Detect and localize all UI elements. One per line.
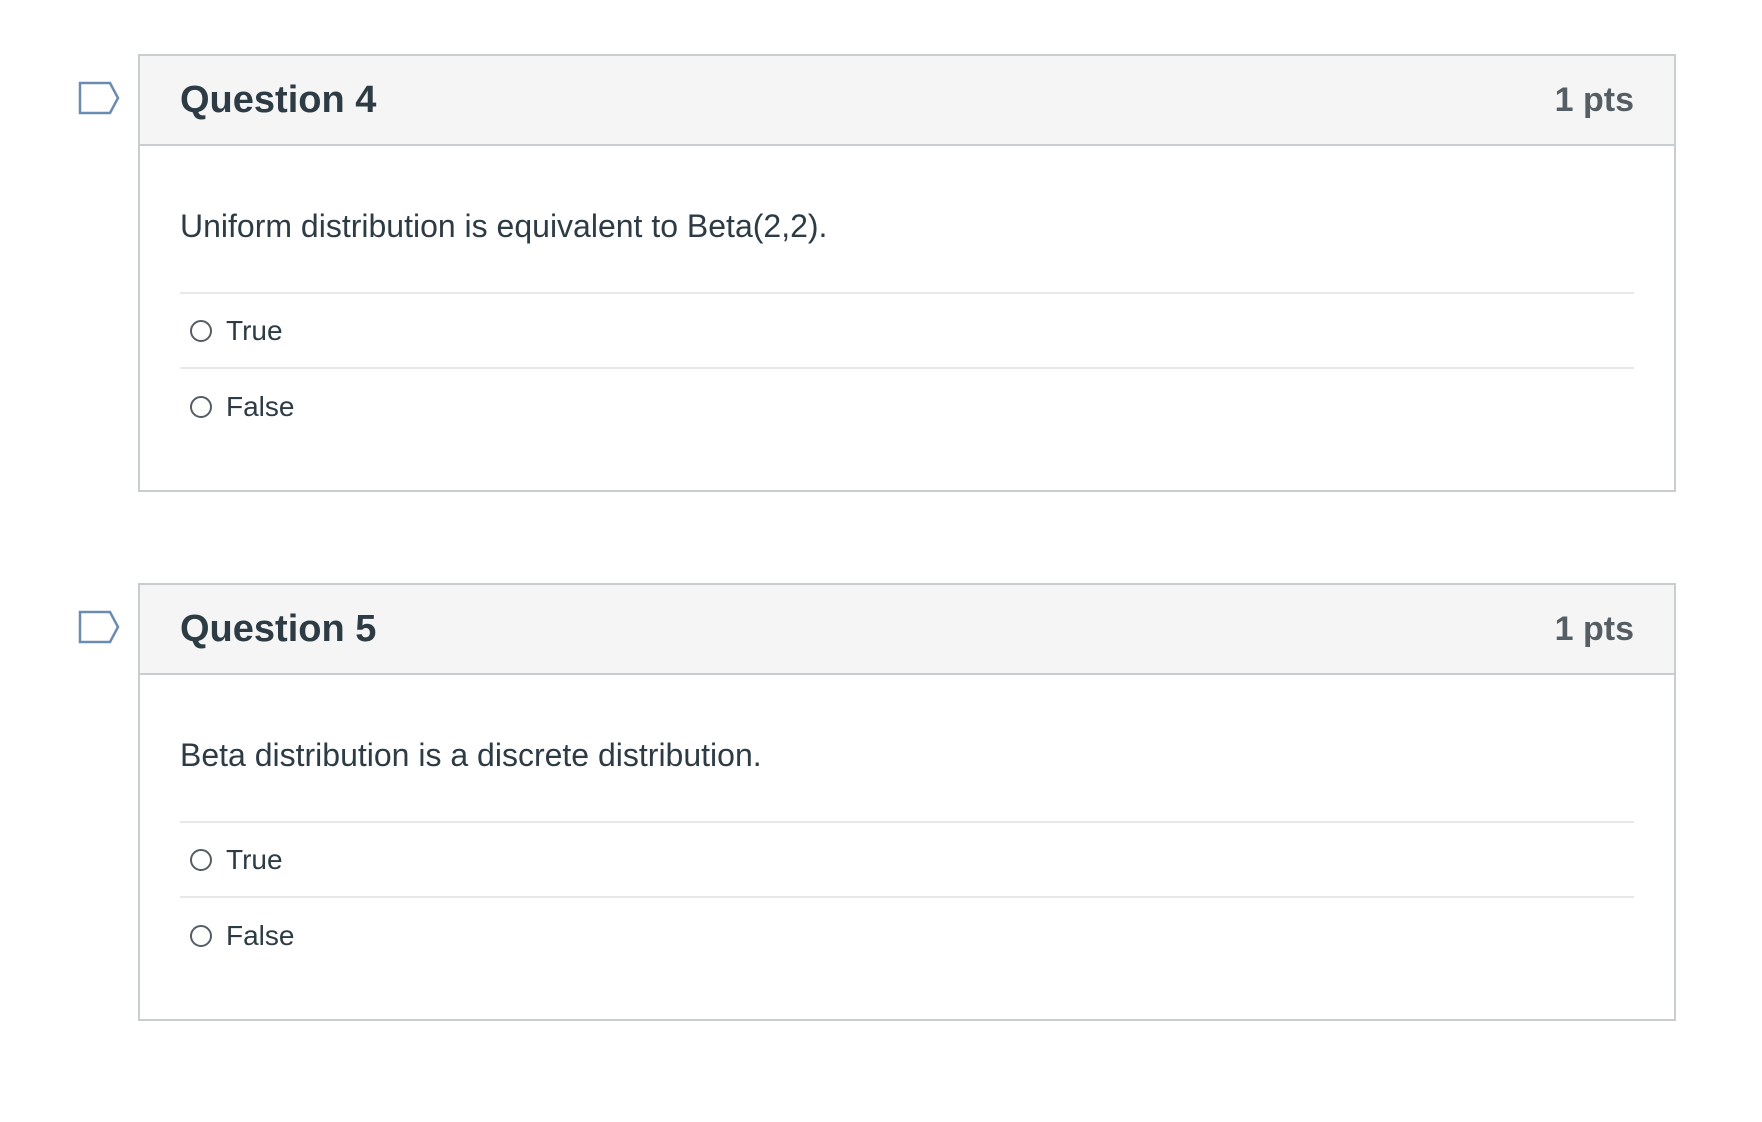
question-points: 1 pts	[1554, 81, 1634, 119]
radio-button[interactable]	[190, 319, 212, 342]
question-body: Uniform distribution is equivalent to Be…	[140, 146, 1674, 444]
answer-list: True False	[180, 821, 1634, 973]
answer-option-false[interactable]: False	[180, 369, 1634, 444]
question-body: Beta distribution is a discrete distribu…	[140, 675, 1674, 973]
question-header: Question 5 1 pts	[140, 585, 1674, 675]
answer-label: True	[226, 314, 283, 346]
answer-label: False	[226, 919, 295, 951]
question-card: Question 4 1 pts Uniform distribution is…	[138, 54, 1676, 492]
question-text: Beta distribution is a discrete distribu…	[180, 737, 762, 773]
question-card: Question 5 1 pts Beta distribution is a …	[138, 583, 1676, 1021]
radio-button[interactable]	[190, 924, 212, 947]
answer-list: True False	[180, 292, 1634, 444]
question-title: Question 5	[180, 608, 377, 650]
question-text: Uniform distribution is equivalent to Be…	[180, 208, 828, 244]
answer-label: True	[226, 843, 283, 875]
flag-question-icon[interactable]	[78, 610, 120, 644]
answer-option-true[interactable]: True	[180, 823, 1634, 898]
question-header: Question 4 1 pts	[140, 56, 1674, 146]
answer-option-false[interactable]: False	[180, 898, 1634, 973]
radio-button[interactable]	[190, 848, 212, 871]
radio-button[interactable]	[190, 395, 212, 418]
answer-label: False	[226, 390, 295, 422]
flag-question-icon[interactable]	[78, 81, 120, 115]
question-title: Question 4	[180, 79, 377, 121]
question-points: 1 pts	[1554, 610, 1634, 648]
answer-option-true[interactable]: True	[180, 294, 1634, 369]
